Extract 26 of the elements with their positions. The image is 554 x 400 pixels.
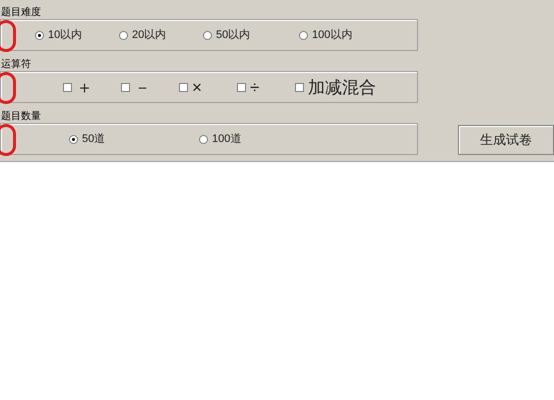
radio-button[interactable] [69,134,78,144]
group-label: 题目数量 [0,111,42,123]
radio-button[interactable] [203,30,212,40]
radio-button[interactable] [199,134,208,144]
checkbox[interactable] [237,82,246,92]
group-label: 运算符 [0,59,32,71]
option-label: 100道 [212,134,242,144]
option-label: 50道 [82,134,106,144]
radio-button[interactable] [299,30,308,40]
option-label: 20以内 [132,30,166,40]
option-label: ÷ [250,78,260,96]
checkbox[interactable] [63,82,72,92]
checkbox[interactable] [121,82,130,92]
option-label: 加减混合 [308,78,376,96]
option-label: 50以内 [216,30,250,40]
option-label: × [192,78,202,96]
option-label: ＋ [76,78,93,96]
radio-button[interactable] [35,30,44,40]
checkbox[interactable] [295,82,304,92]
option-label: 100以内 [312,30,352,40]
generate-button[interactable]: 生成试卷 [458,125,554,155]
checkbox[interactable] [179,82,188,92]
option-label: － [134,78,151,96]
group-label: 题目难度 [0,7,42,19]
option-label: 10以内 [48,30,82,40]
radio-button[interactable] [119,30,128,40]
